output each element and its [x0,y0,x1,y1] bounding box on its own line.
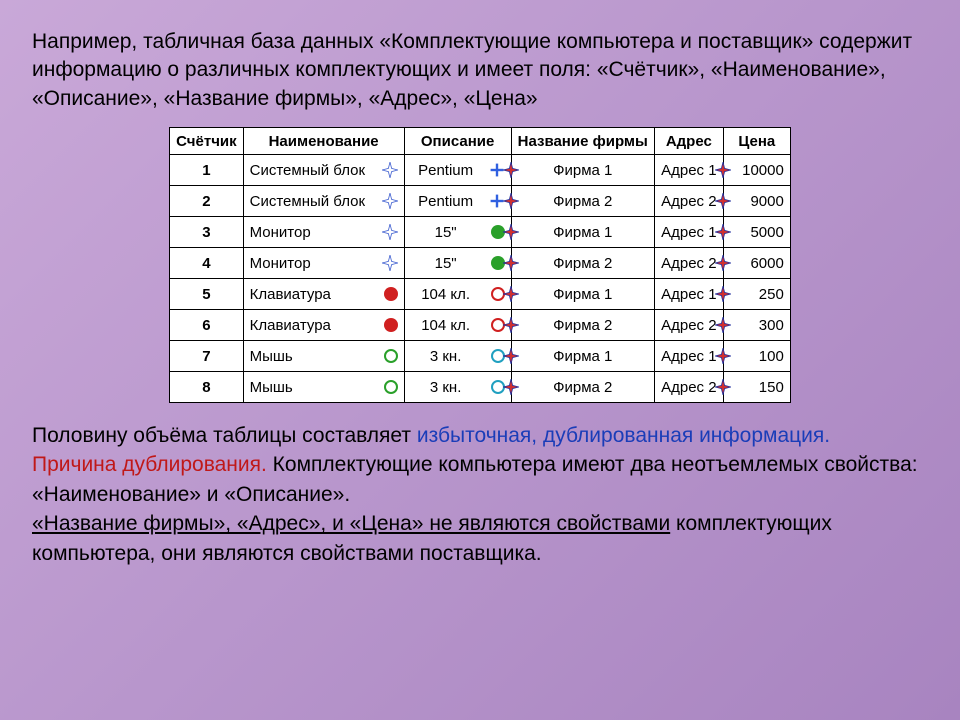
cell-price: 9000 [723,186,790,217]
star-icon [382,193,398,209]
star-icon [382,255,398,271]
col-firm: Название фирмы [511,128,654,155]
cell-price: 5000 [723,217,790,248]
cell-desc: 104 кл. [404,310,511,341]
cell-addr: Адрес 1 [654,217,723,248]
ring-icon [491,318,505,332]
cell-firm: Фирма 2 [511,186,654,217]
col-addr: Адрес [654,128,723,155]
cell-addr: Адрес 1 [654,341,723,372]
dot-icon [491,256,505,270]
cell-counter: 6 [170,310,243,341]
cell-desc: Pentium [404,155,511,186]
star-icon [382,224,398,240]
cell-price: 150 [723,372,790,403]
plus-icon [489,193,505,209]
cell-firm: Фирма 2 [511,310,654,341]
table-row: 1Системный блокPentiumФирма 1Адрес 11000… [170,155,791,186]
cell-counter: 5 [170,279,243,310]
cell-addr: Адрес 2 [654,186,723,217]
cell-firm: Фирма 1 [511,279,654,310]
cell-name: Системный блок [243,155,404,186]
cell-addr: Адрес 1 [654,155,723,186]
table-row: 3Монитор15"Фирма 1Адрес 15000 [170,217,791,248]
table-row: 6Клавиатура104 кл.Фирма 2Адрес 2300 [170,310,791,341]
cell-name: Клавиатура [243,310,404,341]
text: Половину объёма таблицы составляет [32,424,417,447]
table-row: 5Клавиатура104 кл.Фирма 1Адрес 1250 [170,279,791,310]
cell-name: Монитор [243,217,404,248]
dot-icon [384,287,398,301]
ring-icon [491,287,505,301]
cell-price: 300 [723,310,790,341]
star-icon [382,162,398,178]
ring-icon [491,349,505,363]
cell-addr: Адрес 1 [654,279,723,310]
cell-desc: 3 кн. [404,341,511,372]
explanation-block: Половину объёма таблицы составляет избыт… [32,421,928,568]
data-table: Счётчик Наименование Описание Название ф… [169,127,791,403]
cell-addr: Адрес 2 [654,372,723,403]
dot-icon [384,318,398,332]
cell-counter: 8 [170,372,243,403]
cell-name: Мышь [243,372,404,403]
cell-desc: 104 кл. [404,279,511,310]
cell-name: Мышь [243,341,404,372]
cell-counter: 4 [170,248,243,279]
table-row: 2Системный блокPentiumФирма 2Адрес 29000 [170,186,791,217]
redundant-info-emphasis: избыточная, дублированная информация. [417,424,830,447]
cell-firm: Фирма 2 [511,248,654,279]
supplier-fields-underline: «Название фирмы», «Адрес», и «Цена» не я… [32,512,670,535]
reason-label: Причина дублирования. [32,453,267,476]
cell-desc: 15" [404,217,511,248]
dot-icon [491,225,505,239]
cell-firm: Фирма 1 [511,217,654,248]
col-desc: Описание [404,128,511,155]
cell-counter: 1 [170,155,243,186]
ring-icon [384,380,398,394]
cell-name: Монитор [243,248,404,279]
cell-desc: 3 кн. [404,372,511,403]
table-row: 4Монитор15"Фирма 2Адрес 26000 [170,248,791,279]
cell-counter: 7 [170,341,243,372]
cell-counter: 2 [170,186,243,217]
plus-icon [489,162,505,178]
col-price: Цена [723,128,790,155]
cell-firm: Фирма 1 [511,155,654,186]
table-row: 8Мышь3 кн.Фирма 2Адрес 2150 [170,372,791,403]
cell-price: 6000 [723,248,790,279]
col-name: Наименование [243,128,404,155]
cell-price: 250 [723,279,790,310]
ring-icon [491,380,505,394]
intro-paragraph: Например, табличная база данных «Комплек… [32,28,928,113]
cell-name: Системный блок [243,186,404,217]
cell-desc: Pentium [404,186,511,217]
cell-addr: Адрес 2 [654,310,723,341]
table-header-row: Счётчик Наименование Описание Название ф… [170,128,791,155]
ring-icon [384,349,398,363]
cell-counter: 3 [170,217,243,248]
cell-desc: 15" [404,248,511,279]
table-row: 7Мышь3 кн.Фирма 1Адрес 1100 [170,341,791,372]
cell-price: 100 [723,341,790,372]
cell-firm: Фирма 1 [511,341,654,372]
cell-firm: Фирма 2 [511,372,654,403]
cell-price: 10000 [723,155,790,186]
col-counter: Счётчик [170,128,243,155]
cell-name: Клавиатура [243,279,404,310]
cell-addr: Адрес 2 [654,248,723,279]
